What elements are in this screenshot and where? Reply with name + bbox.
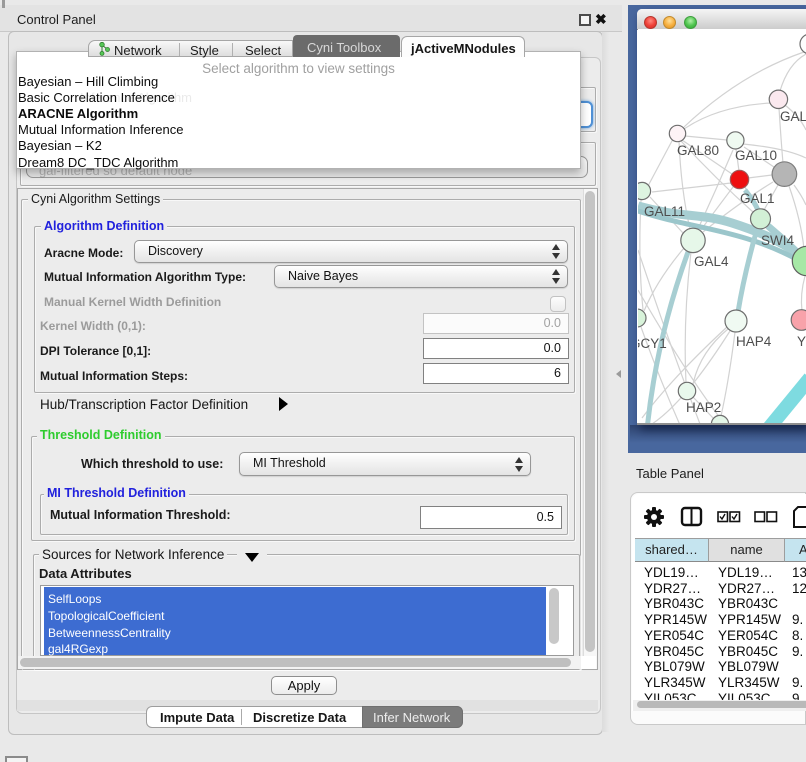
svg-text:GAL1: GAL1 xyxy=(740,191,775,206)
svg-text:GAL10: GAL10 xyxy=(735,148,777,163)
svg-text:GAL4: GAL4 xyxy=(694,254,729,269)
svg-text:GAL80: GAL80 xyxy=(677,143,719,158)
svg-text:Y: Y xyxy=(797,334,806,349)
svg-text:GAL: GAL xyxy=(780,109,806,124)
svg-text:SWI4: SWI4 xyxy=(761,233,794,248)
svg-text:HAP4: HAP4 xyxy=(736,334,772,349)
svg-text:HAP2: HAP2 xyxy=(686,400,721,415)
svg-text:GCY1: GCY1 xyxy=(638,336,667,351)
svg-text:GAL11: GAL11 xyxy=(644,204,685,219)
